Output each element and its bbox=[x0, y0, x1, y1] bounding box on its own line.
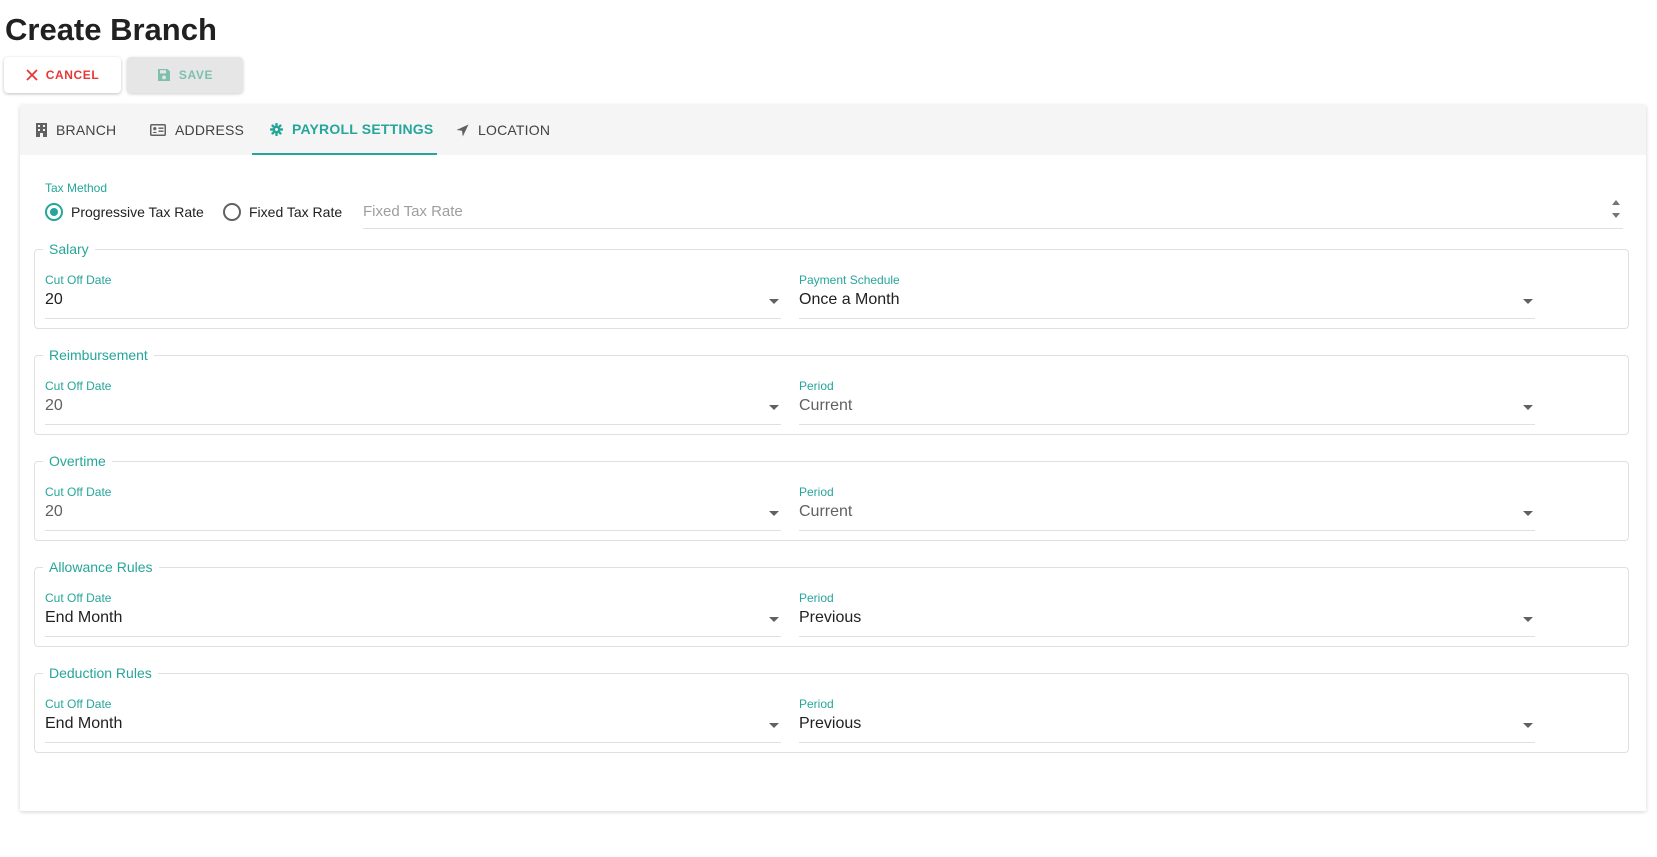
chevron-down-icon[interactable] bbox=[1523, 617, 1533, 622]
deduction-period-select[interactable]: Period Previous bbox=[799, 697, 1535, 743]
allowance-cut-off-date-select[interactable]: Cut Off Date End Month bbox=[45, 591, 781, 637]
chevron-down-icon[interactable] bbox=[769, 723, 779, 728]
field-label: Cut Off Date bbox=[45, 591, 112, 605]
id-card-icon bbox=[150, 124, 166, 136]
page-title: Create Branch bbox=[5, 12, 217, 47]
fixed-tax-rate-radio[interactable]: Fixed Tax Rate bbox=[223, 203, 342, 221]
reimbursement-cut-off-date-select[interactable]: Cut Off Date 20 bbox=[45, 379, 781, 425]
location-arrow-icon bbox=[456, 124, 469, 137]
field-label: Period bbox=[799, 697, 834, 711]
cancel-button-label: CANCEL bbox=[45, 68, 100, 82]
field-value: Current bbox=[799, 397, 853, 414]
deduction-cut-off-date-select[interactable]: Cut Off Date End Month bbox=[45, 697, 781, 743]
tab-payroll-settings[interactable]: PAYROLL SETTINGS bbox=[252, 105, 437, 155]
chevron-down-icon[interactable] bbox=[1523, 299, 1533, 304]
number-spinner-icon[interactable] bbox=[1609, 194, 1623, 224]
field-label: Period bbox=[799, 485, 834, 499]
gear-icon bbox=[270, 122, 283, 136]
tax-method-label: Tax Method bbox=[45, 181, 108, 195]
reimbursement-period-select[interactable]: Period Current bbox=[799, 379, 1535, 425]
radio-unchecked-icon bbox=[223, 203, 241, 221]
field-label: Period bbox=[799, 379, 834, 393]
progressive-tax-rate-label: Progressive Tax Rate bbox=[71, 204, 204, 220]
field-label: Period bbox=[799, 591, 834, 605]
overtime-cut-off-date-select[interactable]: Cut Off Date 20 bbox=[45, 485, 781, 531]
salary-payment-schedule-select[interactable]: Payment Schedule Once a Month bbox=[799, 273, 1535, 319]
field-value: 20 bbox=[45, 503, 63, 520]
tab-location[interactable]: LOCATION bbox=[456, 105, 550, 155]
field-value: End Month bbox=[45, 609, 123, 626]
tab-bar: BRANCH ADDRESS PAYROLL SETTINGS LOCATION bbox=[20, 105, 1646, 155]
chevron-down-icon[interactable] bbox=[769, 511, 779, 516]
floppy-disk-icon bbox=[157, 68, 171, 82]
section-title: Allowance Rules bbox=[49, 559, 153, 575]
section-title: Reimbursement bbox=[49, 347, 148, 363]
close-icon bbox=[26, 69, 38, 81]
section-allowance-rules: Allowance Rules Cut Off Date End Month P… bbox=[34, 559, 1629, 647]
payroll-card: BRANCH ADDRESS PAYROLL SETTINGS LOCATION… bbox=[20, 105, 1646, 811]
field-value: 20 bbox=[45, 397, 63, 414]
tab-payroll-settings-label: PAYROLL SETTINGS bbox=[292, 121, 434, 137]
field-value: Once a Month bbox=[799, 291, 900, 308]
progressive-tax-rate-radio[interactable]: Progressive Tax Rate bbox=[45, 203, 204, 221]
salary-cut-off-date-select[interactable]: Cut Off Date 20 bbox=[45, 273, 781, 319]
chevron-down-icon[interactable] bbox=[1523, 405, 1533, 410]
field-label: Cut Off Date bbox=[45, 485, 112, 499]
section-deduction-rules: Deduction Rules Cut Off Date End Month P… bbox=[34, 665, 1629, 753]
save-button-label: SAVE bbox=[178, 68, 214, 82]
section-reimbursement: Reimbursement Cut Off Date 20 Period Cur… bbox=[34, 347, 1629, 435]
tab-address-label: ADDRESS bbox=[175, 122, 245, 138]
section-title: Deduction Rules bbox=[49, 665, 152, 681]
section-salary: Salary Cut Off Date 20 Payment Schedule … bbox=[34, 241, 1629, 329]
allowance-period-select[interactable]: Period Previous bbox=[799, 591, 1535, 637]
field-value: 20 bbox=[45, 291, 63, 308]
field-value: Previous bbox=[799, 609, 862, 626]
cancel-button[interactable]: CANCEL bbox=[4, 57, 121, 93]
chevron-down-icon[interactable] bbox=[769, 617, 779, 622]
field-value: Previous bbox=[799, 715, 862, 732]
section-title: Salary bbox=[49, 241, 89, 257]
field-label: Cut Off Date bbox=[45, 697, 112, 711]
section-title: Overtime bbox=[49, 453, 106, 469]
chevron-down-icon[interactable] bbox=[1523, 723, 1533, 728]
fixed-tax-rate-radio-label: Fixed Tax Rate bbox=[249, 204, 343, 220]
chevron-down-icon[interactable] bbox=[1523, 511, 1533, 516]
chevron-down-icon[interactable] bbox=[769, 405, 779, 410]
building-icon bbox=[36, 123, 47, 137]
fixed-tax-rate-placeholder: Fixed Tax Rate bbox=[363, 203, 463, 220]
field-value: Current bbox=[799, 503, 853, 520]
tab-address[interactable]: ADDRESS bbox=[150, 105, 244, 155]
tab-location-label: LOCATION bbox=[478, 122, 551, 138]
tab-branch[interactable]: BRANCH bbox=[36, 105, 116, 155]
field-value: End Month bbox=[45, 715, 123, 732]
radio-checked-icon bbox=[45, 203, 63, 221]
tab-branch-label: BRANCH bbox=[56, 122, 117, 138]
overtime-period-select[interactable]: Period Current bbox=[799, 485, 1535, 531]
save-button[interactable]: SAVE bbox=[127, 57, 243, 93]
field-label: Cut Off Date bbox=[45, 273, 112, 287]
section-overtime: Overtime Cut Off Date 20 Period Current bbox=[34, 453, 1629, 541]
fixed-tax-rate-input[interactable]: Fixed Tax Rate bbox=[363, 200, 1623, 229]
chevron-down-icon[interactable] bbox=[769, 299, 779, 304]
field-label: Payment Schedule bbox=[799, 273, 900, 287]
field-label: Cut Off Date bbox=[45, 379, 112, 393]
